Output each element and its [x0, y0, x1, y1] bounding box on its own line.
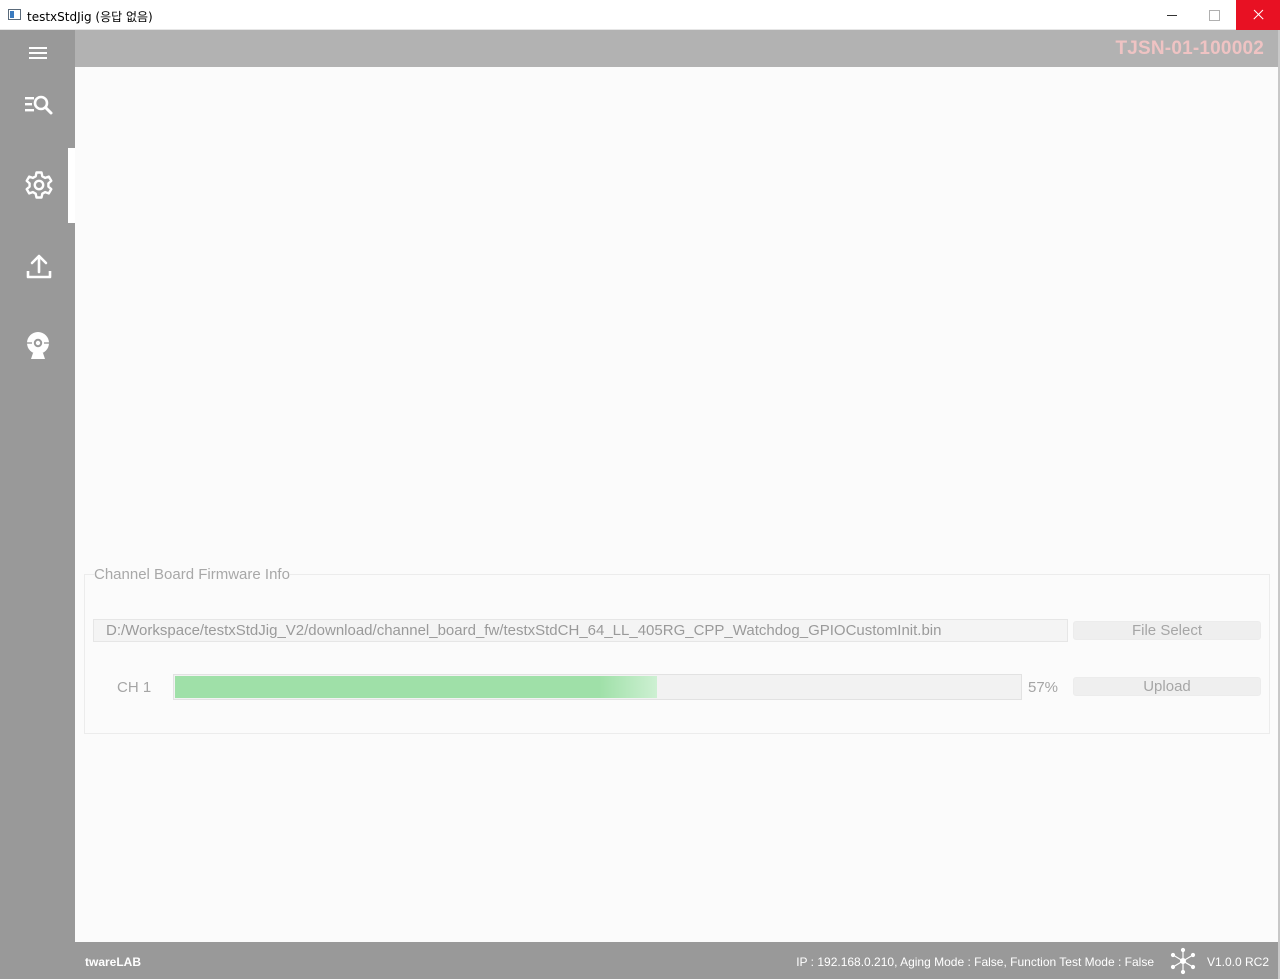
menu-icon	[29, 47, 47, 59]
close-button[interactable]	[1236, 0, 1280, 30]
sidebar	[0, 30, 75, 979]
maximize-button[interactable]	[1192, 0, 1236, 30]
app-icon	[8, 9, 21, 20]
file-path-field[interactable]: D:/Workspace/testxStdJig_V2/download/cha…	[93, 619, 1068, 642]
progress-percent: 57%	[1028, 679, 1059, 696]
serial-number: TJSN-01-100002	[1115, 38, 1264, 59]
minimize-button[interactable]	[1150, 0, 1194, 30]
status-text: IP : 192.168.0.210, Aging Mode : False, …	[796, 955, 1154, 969]
status-bar: twareLAB IP : 192.168.0.210, Aging Mode …	[75, 942, 1278, 979]
main-content: Channel Board Firmware Info D:/Workspace…	[75, 67, 1278, 942]
active-indicator	[68, 148, 75, 223]
network-icon	[1170, 947, 1196, 975]
progress-fill	[175, 676, 657, 698]
upload-progress-bar	[173, 674, 1022, 700]
window-title: testxStdJig (응답 없음)	[27, 10, 153, 24]
channel-label: CH 1	[117, 679, 152, 696]
file-select-button[interactable]: File Select	[1073, 621, 1261, 640]
title-bar: testxStdJig (응답 없음)	[0, 0, 1280, 30]
brand-label: twareLAB	[85, 955, 142, 969]
sidebar-item-camera[interactable]	[0, 322, 75, 372]
header-bar: TJSN-01-100002	[75, 30, 1278, 67]
group-title: Channel Board Firmware Info	[94, 566, 290, 583]
version-label: V1.0.0 RC2	[1206, 955, 1269, 969]
search-list-icon	[25, 95, 53, 115]
sidebar-item-settings[interactable]	[0, 148, 75, 223]
sidebar-item-search[interactable]	[0, 85, 75, 130]
upload-icon	[26, 254, 52, 279]
upload-button[interactable]: Upload	[1073, 677, 1261, 696]
firmware-group: Channel Board Firmware Info D:/Workspace…	[84, 566, 1270, 734]
gear-icon	[25, 171, 53, 199]
webcam-icon	[26, 332, 50, 359]
sidebar-menu-button[interactable]	[0, 34, 75, 74]
sidebar-item-upload[interactable]	[0, 243, 75, 293]
